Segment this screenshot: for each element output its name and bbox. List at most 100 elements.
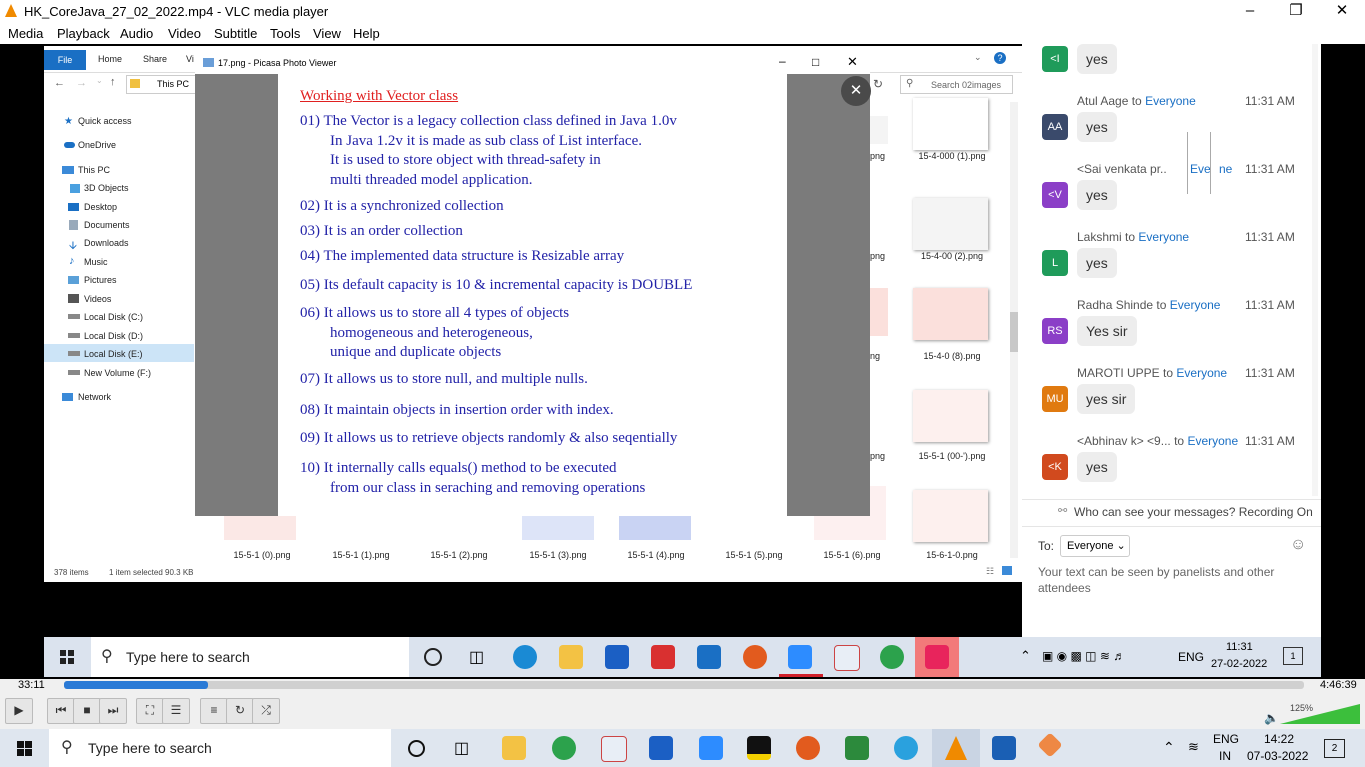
fullscreen-button[interactable]: ⛶ <box>136 698 164 724</box>
file-thumbnail[interactable] <box>522 516 594 540</box>
chevron-up-icon[interactable]: ⌃ <box>1020 648 1031 664</box>
nav-onedrive[interactable]: OneDrive <box>78 140 116 150</box>
emoji-icon[interactable]: ☺ <box>1290 536 1306 554</box>
clock-date[interactable]: 07-03-2022 <box>1247 749 1308 763</box>
record-icon[interactable] <box>796 736 820 760</box>
seek-bar[interactable] <box>64 681 1304 689</box>
notification-icon[interactable]: 2 <box>1324 739 1345 758</box>
file-label[interactable]: 15-4-00 (2).png <box>907 251 997 261</box>
refresh-icon[interactable]: ↻ <box>873 77 883 91</box>
play-button[interactable]: ▶ <box>5 698 33 724</box>
edge-icon[interactable] <box>513 645 537 669</box>
recipient-link[interactable]: Everyone <box>1138 230 1189 244</box>
record-icon[interactable] <box>743 645 767 669</box>
search-box[interactable]: ⚲ Search 02images <box>900 75 1013 94</box>
zoom-icon[interactable] <box>788 645 812 669</box>
nav-videos[interactable]: Videos <box>84 294 111 304</box>
tray-icons[interactable]: ▣ ◉ ▩ ◫ ≋ ♬ <box>1042 649 1125 663</box>
nav-local-disk-e[interactable]: Local Disk (E:) <box>84 349 143 359</box>
file-label-partial[interactable]: png <box>870 151 885 161</box>
stop-button[interactable]: ■ <box>73 698 101 724</box>
recipient-link[interactable]: Everyone <box>1170 298 1221 312</box>
nav-local-disk-c[interactable]: Local Disk (C:) <box>84 312 143 322</box>
up-arrow-icon[interactable]: ↑ <box>110 76 116 88</box>
shuffle-button[interactable]: ⤮ <box>252 698 280 724</box>
forward-arrow-icon[interactable]: → <box>76 77 87 89</box>
recipient-dropdown[interactable]: Everyone ⌄ <box>1060 535 1130 557</box>
picasa-maximize-button[interactable]: □ <box>812 55 819 69</box>
file-explorer-icon[interactable] <box>559 645 583 669</box>
notification-icon[interactable]: 1 <box>1283 647 1303 665</box>
file-label[interactable]: 15-5-1 (5).png <box>709 550 799 560</box>
recent-dropdown-icon[interactable]: ⌄ <box>96 76 103 85</box>
minimize-button[interactable]: – <box>1227 0 1273 23</box>
nav-network[interactable]: Network <box>78 392 111 402</box>
scrollbar-thumb[interactable] <box>1010 312 1018 352</box>
menu-tools[interactable]: Tools <box>270 26 300 41</box>
volume-slider[interactable] <box>1280 704 1360 724</box>
viewer-close-icon[interactable]: ✕ <box>841 76 871 106</box>
loop-button[interactable]: ↻ <box>226 698 254 724</box>
nav-documents[interactable]: Documents <box>84 220 130 230</box>
zoom-icon[interactable] <box>699 736 723 760</box>
nav-3d-objects[interactable]: 3D Objects <box>84 183 129 193</box>
message-input[interactable]: Your text can be seen by panelists and o… <box>1038 564 1298 596</box>
chrome-icon[interactable] <box>880 645 904 669</box>
file-label[interactable]: 15-5-1 (2).png <box>414 550 504 560</box>
clock-time[interactable]: 14:22 <box>1264 732 1294 746</box>
nav-local-disk-d[interactable]: Local Disk (D:) <box>84 331 143 341</box>
windows-start-icon[interactable] <box>17 741 32 756</box>
task-manager-icon[interactable] <box>845 736 869 760</box>
menu-audio[interactable]: Audio <box>120 26 153 41</box>
time-total[interactable]: 4:46:39 <box>1320 679 1357 691</box>
store-icon[interactable] <box>605 645 629 669</box>
task-view-icon[interactable]: ◫ <box>454 738 469 758</box>
menu-help[interactable]: Help <box>353 26 380 41</box>
file-label[interactable]: 15-6-1-0.png <box>907 550 997 560</box>
file-label[interactable]: 15-5-1 (0).png <box>217 550 307 560</box>
visibility-notice[interactable]: Who can see your messages? Recording On <box>1074 505 1313 519</box>
picasa-minimize-button[interactable]: – <box>779 54 786 68</box>
sticky-notes-icon[interactable] <box>747 736 771 760</box>
next-button[interactable]: ⏭ <box>99 698 127 724</box>
nav-quick-access[interactable]: Quick access <box>78 116 132 126</box>
file-explorer-icon[interactable] <box>502 736 526 760</box>
back-arrow-icon[interactable]: ← <box>54 77 65 89</box>
file-label[interactable]: 15-5-1 (00-').png <box>907 451 997 461</box>
wifi-icon[interactable]: ≋ <box>1188 739 1199 755</box>
tab-share[interactable]: Share <box>143 54 167 64</box>
details-view-icon[interactable]: ☷ <box>986 566 994 577</box>
picasa-close-button[interactable]: ✕ <box>847 54 858 70</box>
menu-video[interactable]: Video <box>168 26 201 41</box>
taskbar-search-box[interactable]: ⚲ Type here to search <box>91 637 409 677</box>
file-thumbnail-partial[interactable] <box>870 288 888 336</box>
nav-this-pc[interactable]: This PC <box>78 165 110 175</box>
file-label-partial[interactable]: png <box>870 251 885 261</box>
menu-media[interactable]: Media <box>8 26 43 41</box>
language-indicator[interactable]: ENG <box>1213 732 1239 746</box>
nav-downloads[interactable]: Downloads <box>84 238 129 248</box>
nav-pictures[interactable]: Pictures <box>84 275 117 285</box>
cortana-icon[interactable] <box>424 648 442 666</box>
time-elapsed[interactable]: 33:11 <box>18 679 45 691</box>
file-thumbnail[interactable] <box>913 98 988 150</box>
chat-scrollbar[interactable] <box>1312 44 1318 496</box>
menu-subtitle[interactable]: Subtitle <box>214 26 257 41</box>
help-icon[interactable]: ? <box>994 52 1006 64</box>
tab-view[interactable]: Vi <box>186 54 194 64</box>
file-thumbnail[interactable] <box>422 516 494 540</box>
language-indicator[interactable]: ENG <box>1178 650 1204 664</box>
file-thumbnail[interactable] <box>717 516 789 540</box>
snipping-tool-icon[interactable] <box>601 736 627 762</box>
large-icons-view-icon[interactable] <box>1002 566 1012 575</box>
clock-date[interactable]: 27-02-2022 <box>1211 658 1267 670</box>
file-thumbnail[interactable] <box>324 516 396 540</box>
cortana-icon[interactable] <box>408 740 425 757</box>
taskbar-search-box[interactable]: ⚲ Type here to search <box>49 729 391 767</box>
file-thumbnail[interactable] <box>913 288 988 340</box>
maximize-button[interactable]: ❐ <box>1273 0 1319 23</box>
playlist-button[interactable]: ≡ <box>200 698 228 724</box>
nav-new-volume-f[interactable]: New Volume (F:) <box>84 368 151 378</box>
store-icon[interactable] <box>649 736 673 760</box>
nav-music[interactable]: Music <box>84 257 108 267</box>
